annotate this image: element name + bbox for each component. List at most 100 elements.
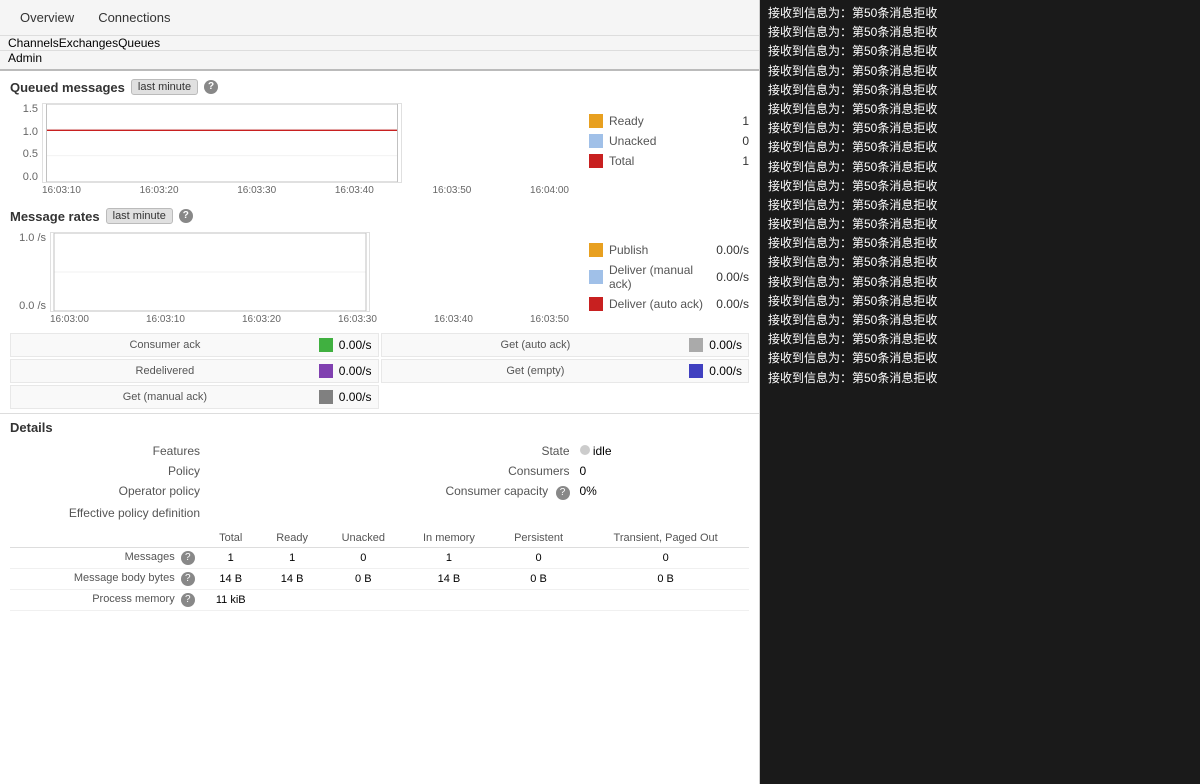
policy-value xyxy=(210,461,380,481)
get-manual-ack-label: Get (manual ack) xyxy=(17,391,313,403)
details-section: Details Features State idle Policy Consu… xyxy=(0,413,759,617)
rates-x-label-1: 16:03:10 xyxy=(146,314,185,325)
rates-x-label-5: 16:03:50 xyxy=(530,314,569,325)
legend-ready: Ready 1 xyxy=(589,111,749,131)
messages-label: Messages ? xyxy=(10,548,201,569)
col-empty xyxy=(10,529,201,548)
legend-deliver-auto-label: Deliver (auto ack) xyxy=(609,297,703,311)
queued-messages-help[interactable]: ? xyxy=(204,80,218,94)
get-empty-item: Get (empty) 0.00/s xyxy=(381,359,750,383)
messages-help[interactable]: ? xyxy=(181,551,195,565)
nav-row2: Channels Exchanges Queues xyxy=(0,36,759,51)
pm-in-memory xyxy=(403,590,495,611)
messages-unacked: 0 xyxy=(324,548,404,569)
message-body-bytes-row: Message body bytes ? 14 B 14 B 0 B 14 B … xyxy=(10,569,749,590)
message-rates-badge[interactable]: last minute xyxy=(106,208,173,224)
state-text: idle xyxy=(593,444,612,458)
mbb-in-memory: 14 B xyxy=(403,569,495,590)
consumers-value: 0 xyxy=(580,461,750,481)
consumer-rates-left: Consumer ack 0.00/s Redelivered 0.00/s G… xyxy=(10,333,379,409)
get-manual-ack-color xyxy=(319,390,333,404)
log-message: 接收到信息为：第50条消息拒收 xyxy=(768,330,1192,349)
consumer-ack-label: Consumer ack xyxy=(17,339,313,351)
consumer-capacity-help[interactable]: ? xyxy=(556,486,570,500)
details-grid: Features State idle Policy Consumers 0 O… xyxy=(10,441,749,523)
get-empty-color xyxy=(689,364,703,378)
consumer-capacity-label: Consumer capacity ? xyxy=(380,481,580,503)
process-memory-label-text: Process memory xyxy=(92,593,175,605)
queued-messages-x-labels: 16:03:10 16:03:20 16:03:30 16:03:40 16:0… xyxy=(10,185,569,196)
rates-x-label-3: 16:03:30 xyxy=(338,314,377,325)
messages-table-header: Total Ready Unacked In memory Persistent… xyxy=(10,529,749,548)
redelivered-color xyxy=(319,364,333,378)
legend-publish-left: Publish xyxy=(589,243,648,257)
log-message: 接收到信息为：第50条消息拒收 xyxy=(768,234,1192,253)
log-message: 接收到信息为：第50条消息拒收 xyxy=(768,100,1192,119)
mbb-total: 14 B xyxy=(201,569,261,590)
queued-messages-header: Queued messages last minute ? xyxy=(0,71,759,99)
details-title: Details xyxy=(10,420,749,435)
x-label-3: 16:03:40 xyxy=(335,185,374,196)
messages-row: Messages ? 1 1 0 1 0 0 xyxy=(10,548,749,569)
message-body-bytes-help[interactable]: ? xyxy=(181,572,195,586)
process-memory-help[interactable]: ? xyxy=(181,593,195,607)
log-message: 接收到信息为：第50条消息拒收 xyxy=(768,253,1192,272)
empty-cell-2 xyxy=(580,503,750,523)
nav-channels[interactable]: Channels xyxy=(8,36,59,50)
queued-messages-chart-wrapper: 1.5 1.0 0.5 0.0 xyxy=(10,103,569,183)
get-auto-ack-value: 0.00/s xyxy=(709,338,742,352)
consumer-ack-color xyxy=(319,338,333,352)
nav-admin[interactable]: Admin xyxy=(8,51,42,65)
nav-overview[interactable]: Overview xyxy=(8,0,86,35)
process-memory-row: Process memory ? 11 kiB xyxy=(10,590,749,611)
pm-persistent xyxy=(495,590,582,611)
message-rates-title: Message rates xyxy=(10,209,100,224)
state-value: idle xyxy=(580,441,750,461)
messages-transient: 0 xyxy=(582,548,749,569)
col-ready: Ready xyxy=(261,529,324,548)
get-auto-ack-color xyxy=(689,338,703,352)
log-message: 接收到信息为：第50条消息拒收 xyxy=(768,177,1192,196)
mbb-persistent: 0 B xyxy=(495,569,582,590)
legend-ready-value: 1 xyxy=(742,114,749,128)
pm-total: 11 kiB xyxy=(201,590,261,611)
log-message: 接收到信息为：第50条消息拒收 xyxy=(768,23,1192,42)
redelivered-item: Redelivered 0.00/s xyxy=(10,359,379,383)
x-label-1: 16:03:20 xyxy=(140,185,179,196)
nav-row3: Admin xyxy=(0,51,759,71)
rates-y-label-0: 1.0 /s xyxy=(10,232,46,244)
queued-messages-badge[interactable]: last minute xyxy=(131,79,198,95)
y-label-1: 1.0 xyxy=(10,126,38,138)
consumer-capacity-label-text: Consumer capacity xyxy=(445,484,548,498)
nav-queues[interactable]: Queues xyxy=(118,36,160,50)
legend-total-color xyxy=(589,154,603,168)
message-rates-chart-area: 1.0 /s 0.0 /s 16:03:00 16:03:10 16:03:20 xyxy=(10,232,569,325)
effective-policy-value xyxy=(210,503,380,523)
log-message: 接收到信息为：第50条消息拒收 xyxy=(768,292,1192,311)
nav-connections[interactable]: Connections xyxy=(86,0,182,35)
messages-total: 1 xyxy=(201,548,261,569)
message-rates-chart-container: 1.0 /s 0.0 /s 16:03:00 16:03:10 16:03:20 xyxy=(0,228,759,329)
y-label-2: 0.5 xyxy=(10,148,38,160)
mbb-unacked: 0 B xyxy=(324,569,404,590)
x-label-5: 16:04:00 xyxy=(530,185,569,196)
col-transient: Transient, Paged Out xyxy=(582,529,749,548)
message-rates-chart-wrapper: 1.0 /s 0.0 /s xyxy=(10,232,569,312)
right-panel: 接收到信息为：第50条消息拒收接收到信息为：第50条消息拒收接收到信息为：第50… xyxy=(760,0,1200,784)
legend-total-label: Total xyxy=(609,154,634,168)
legend-deliver-manual: Deliver (manual ack) 0.00/s xyxy=(589,260,749,294)
message-rates-help[interactable]: ? xyxy=(179,209,193,223)
left-panel: Overview Connections Channels Exchanges … xyxy=(0,0,760,784)
log-message: 接收到信息为：第50条消息拒收 xyxy=(768,158,1192,177)
nav-exchanges[interactable]: Exchanges xyxy=(59,36,118,50)
log-message: 接收到信息为：第50条消息拒收 xyxy=(768,273,1192,292)
log-message: 接收到信息为：第50条消息拒收 xyxy=(768,138,1192,157)
operator-policy-label: Operator policy xyxy=(10,481,210,503)
legend-publish-color xyxy=(589,243,603,257)
x-label-0: 16:03:10 xyxy=(42,185,81,196)
consumer-ack-value: 0.00/s xyxy=(339,338,372,352)
pm-unacked xyxy=(324,590,404,611)
rates-x-label-2: 16:03:20 xyxy=(242,314,281,325)
col-persistent: Persistent xyxy=(495,529,582,548)
redelivered-value: 0.00/s xyxy=(339,364,372,378)
